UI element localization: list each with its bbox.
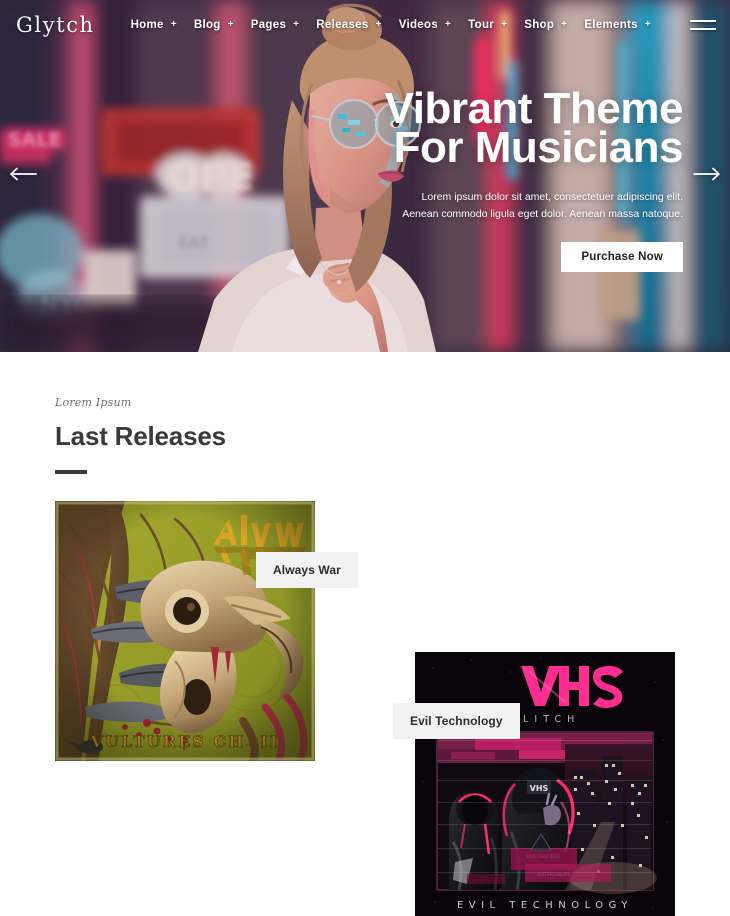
nav-item-label: Home xyxy=(130,19,164,31)
hero-description: Lorem ipsum dolor sit amet, consectetuer… xyxy=(263,189,683,222)
release-title-label[interactable]: Evil Technology xyxy=(393,703,520,739)
hero-description-line-1: Lorem ipsum dolor sit amet, consectetuer… xyxy=(421,191,683,204)
plus-icon: + xyxy=(445,19,452,30)
section-title: Last Releases xyxy=(55,421,226,451)
release-grid: VULTURES CH. II VULTURES CH. II Always W… xyxy=(0,501,730,916)
svg-text:GLITCH: GLITCH xyxy=(510,714,580,725)
album-artwork-evil-technology: GLITCH VHS 0101 1100 0011 SYSTEM FAILURE… xyxy=(415,652,675,916)
hero-description-line-2: Aenean commodo ligula eget dolor. Aenean… xyxy=(402,207,683,220)
hero-content: Vibrant Theme For Musicians Lorem ipsum … xyxy=(263,87,684,272)
nav-item-label: Pages xyxy=(250,19,287,31)
nav-item-videos[interactable]: Videos + xyxy=(399,19,451,31)
release-card[interactable]: VULTURES CH. II VULTURES CH. II Always W… xyxy=(55,501,358,761)
hero-title-line-2: For Musicians xyxy=(393,122,684,172)
plus-icon: + xyxy=(375,19,382,30)
nav-item-label: Blog xyxy=(193,19,221,31)
nav-item-label: Videos xyxy=(398,19,439,31)
svg-text:EVIL TECHNOLOGY: EVIL TECHNOLOGY xyxy=(457,900,633,911)
plus-icon: + xyxy=(293,19,300,30)
svg-text:VHS: VHS xyxy=(530,784,549,793)
plus-icon: + xyxy=(561,19,568,30)
purchase-now-button[interactable]: Purchase Now xyxy=(561,241,683,272)
section-header: Lorem Ipsum Last Releases xyxy=(0,396,730,474)
release-title-label[interactable]: Always War xyxy=(256,552,358,588)
nav-item-label: Shop xyxy=(524,19,555,31)
page-root: OPE SALE EAT NYC xyxy=(0,0,730,916)
nav-item-blog[interactable]: Blog + xyxy=(194,19,234,31)
hero-cta-wrapper: Purchase Now xyxy=(263,241,683,272)
site-logo[interactable]: Glytch xyxy=(16,13,95,37)
arrow-right-icon[interactable] xyxy=(690,159,724,189)
last-releases-section: Lorem Ipsum Last Releases Always War GLI… xyxy=(0,352,730,916)
hamburger-bar xyxy=(690,28,716,30)
svg-text:0101 1100 0011: 0101 1100 0011 xyxy=(527,854,561,859)
hamburger-bar xyxy=(690,20,716,22)
release-card[interactable]: GLITCH VHS 0101 1100 0011 SYSTEM FAILURE… xyxy=(393,652,675,916)
nav-item-shop[interactable]: Shop + xyxy=(524,19,567,31)
plus-icon: + xyxy=(170,19,177,30)
plus-icon: + xyxy=(227,19,234,30)
arrow-left-icon[interactable] xyxy=(6,159,40,189)
plus-icon: + xyxy=(501,19,508,30)
nav-item-tour[interactable]: Tour + xyxy=(468,19,507,31)
hero-slider: OPE SALE EAT NYC xyxy=(0,0,730,352)
nav-menu: Home + Blog + Pages + Releases + Videos xyxy=(131,16,716,34)
section-divider xyxy=(55,470,87,474)
hamburger-icon[interactable] xyxy=(690,16,716,34)
section-eyebrow: Lorem Ipsum xyxy=(55,396,132,409)
nav-item-releases[interactable]: Releases + xyxy=(316,19,381,31)
nav-item-label: Elements xyxy=(584,19,638,31)
nav-item-label: Tour xyxy=(468,19,495,31)
main-navbar: Glytch Home + Blog + Pages + Releases + xyxy=(0,0,730,50)
hero-title: Vibrant Theme For Musicians xyxy=(263,87,684,172)
album-artwork-always-war: VULTURES CH. II VULTURES CH. II xyxy=(55,501,315,761)
nav-item-elements[interactable]: Elements + xyxy=(584,19,651,31)
nav-item-label: Releases xyxy=(316,19,369,31)
plus-icon: + xyxy=(644,19,651,30)
nav-item-home[interactable]: Home + xyxy=(131,19,177,31)
nav-item-pages[interactable]: Pages + xyxy=(251,19,300,31)
